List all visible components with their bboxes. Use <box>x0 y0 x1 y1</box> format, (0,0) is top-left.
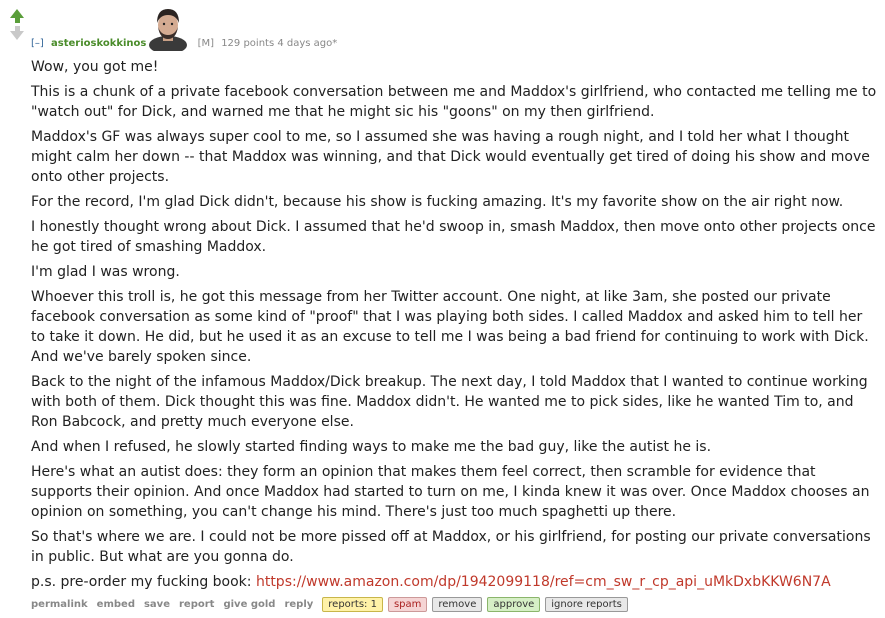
permalink-button[interactable]: permalink <box>31 599 88 610</box>
ps-paragraph: p.s. pre-order my fucking book: https://… <box>31 572 877 592</box>
remove-button[interactable]: remove <box>432 597 483 612</box>
comment-paragraph: So that's where we are. I could not be m… <box>31 529 871 565</box>
comment-paragraph: I'm glad I was wrong. <box>31 264 180 280</box>
comment-paragraph: Back to the night of the infamous Maddox… <box>31 374 868 430</box>
comment-paragraph: Whoever this troll is, he got this messa… <box>31 289 869 365</box>
reports-count-button[interactable]: reports: 1 <box>322 597 383 612</box>
collapse-toggle[interactable]: [–] <box>31 38 44 49</box>
ps-text: p.s. pre-order my fucking book: <box>31 574 256 590</box>
comment-paragraph: I honestly thought wrong about Dick. I a… <box>31 219 876 255</box>
reply-button[interactable]: reply <box>284 599 313 610</box>
vote-arrows <box>9 9 25 40</box>
comment-paragraph: This is a chunk of a private facebook co… <box>31 84 877 120</box>
moderator-flag[interactable]: [M] <box>198 38 214 49</box>
upvote-arrow-stem[interactable] <box>14 18 20 23</box>
comment-paragraph: Maddox's GF was always super cool to me,… <box>31 129 870 185</box>
comment-body: Wow, you got me! This is a chunk of a pr… <box>31 57 877 597</box>
comment-actions: permalink embed save report give gold re… <box>31 597 633 612</box>
spam-button[interactable]: spam <box>387 597 428 612</box>
comment-tagline: [–] asterioskokkinos [M] 129 points 4 da… <box>31 38 337 49</box>
embed-button[interactable]: embed <box>97 599 135 610</box>
report-button[interactable]: report <box>179 599 214 610</box>
downvote-arrow-icon[interactable] <box>10 31 24 40</box>
approve-button[interactable]: approve <box>487 597 541 612</box>
comment-paragraph: And when I refused, he slowly started fi… <box>31 439 712 455</box>
upvote-arrow-icon[interactable] <box>10 9 24 18</box>
score-and-time: 129 points 4 days ago* <box>221 38 338 49</box>
ignore-reports-button[interactable]: ignore reports <box>545 597 628 612</box>
comment-paragraph: Here's what an autist does: they form an… <box>31 464 870 520</box>
comment-paragraph: For the record, I'm glad Dick didn't, be… <box>31 194 844 210</box>
save-button[interactable]: save <box>144 599 170 610</box>
author-link[interactable]: asterioskokkinos <box>51 38 146 49</box>
book-link[interactable]: https://www.amazon.com/dp/1942099118/ref… <box>256 574 831 590</box>
comment-paragraph: Wow, you got me! <box>31 59 159 75</box>
give-gold-button[interactable]: give gold <box>223 599 275 610</box>
